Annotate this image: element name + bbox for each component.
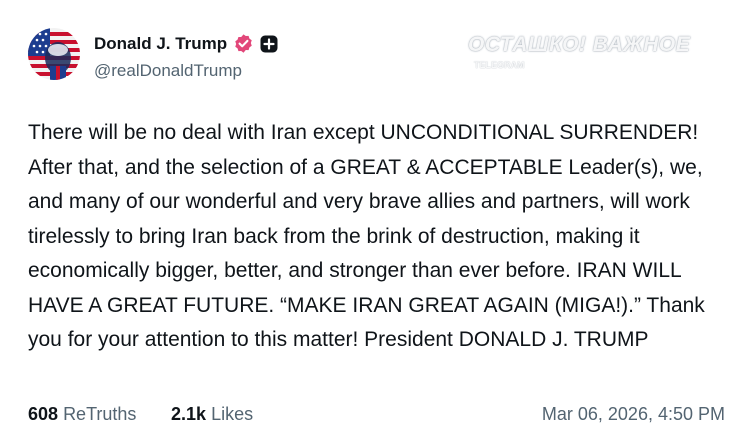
post-text: There will be no deal with Iran except U… <box>28 121 705 351</box>
watermark-title: ОСТАШКО! ВАЖНОЕ <box>468 33 691 56</box>
author-name-row: Donald J. Trump <box>94 33 278 54</box>
post-card: Donald J. Trump @realDonaldTrump ОСТАШКО… <box>0 0 752 446</box>
plus-icon[interactable] <box>260 35 278 53</box>
retruths-count: 608 <box>28 404 59 424</box>
post-timestamp[interactable]: Mar 06, 2026, 4:50 PM <box>542 404 725 425</box>
retruths-stat[interactable]: 608 ReTruths <box>28 404 136 425</box>
author-display-name[interactable]: Donald J. Trump <box>94 34 227 54</box>
retruths-label: ReTruths <box>63 404 137 424</box>
likes-stat[interactable]: 2.1k Likes <box>171 404 253 425</box>
likes-label: Likes <box>211 404 254 424</box>
avatar[interactable] <box>28 28 80 80</box>
watermark-subtitle: TELEGRAM <box>474 60 525 70</box>
avatar-flag-image <box>28 28 80 80</box>
likes-count: 2.1k <box>171 404 207 424</box>
author-handle[interactable]: @realDonaldTrump <box>94 61 242 81</box>
verified-badge-icon <box>233 33 254 54</box>
